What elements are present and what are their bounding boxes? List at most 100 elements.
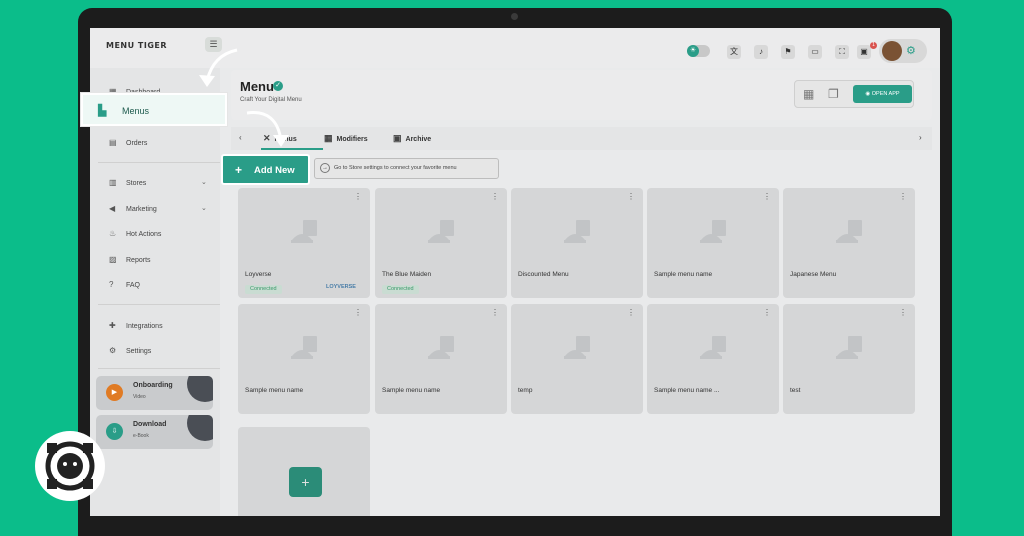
sidebar-item-label: Integrations: [126, 323, 163, 330]
faq-icon: ?: [109, 280, 114, 289]
more-icon[interactable]: ⋮: [899, 308, 907, 317]
menu-name: Sample menu name: [382, 387, 441, 394]
menu-placeholder-icon: [428, 220, 454, 243]
menu-card[interactable]: ⋮ temp: [511, 304, 643, 414]
menu-placeholder-icon: [428, 336, 454, 359]
menu-card[interactable]: ⋮ The Blue Maiden Connected: [375, 188, 507, 298]
sidebar-item-settings[interactable]: ⚙ Settings: [109, 345, 151, 357]
menu-placeholder-icon: [291, 220, 317, 243]
sidebar-item-label: Stores: [126, 180, 147, 187]
sidebar-item-faq[interactable]: ? FAQ: [109, 279, 140, 291]
marketing-icon: ◀: [109, 204, 116, 213]
add-new-button[interactable]: + Add New: [221, 154, 310, 185]
hint-text: Go to Store settings to connect your fav…: [334, 165, 457, 171]
sidebar-item-reports[interactable]: ▨ Reports: [109, 254, 151, 266]
header-actions: ▦ ❐ ◉ OPEN APP: [794, 80, 914, 108]
info-icon: →: [320, 163, 330, 173]
menu-card[interactable]: ⋮ Loyverse Connected LOYVERSE: [238, 188, 370, 298]
download-card[interactable]: ⇩ Download e-Book: [96, 415, 213, 449]
open-app-label: OPEN APP: [871, 91, 900, 97]
status-badge: Connected: [245, 285, 282, 294]
tutorial-arrows: [199, 48, 289, 147]
integration-logo: LOYVERSE: [326, 284, 356, 290]
translate-icon[interactable]: 文: [727, 45, 741, 59]
card-title: Onboarding: [133, 382, 173, 389]
notification-icon[interactable]: ▣ 1: [857, 42, 877, 59]
sidebar-item-orders[interactable]: ▤ Orders: [109, 137, 147, 149]
more-icon[interactable]: ⋮: [899, 192, 907, 201]
archive-icon: ▣: [393, 133, 402, 143]
store-settings-hint[interactable]: → Go to Store settings to connect your fa…: [314, 158, 499, 179]
sidebar-item-label: Reports: [126, 257, 151, 264]
menu-placeholder-icon: [291, 336, 317, 359]
fire-icon: ♨: [109, 229, 117, 238]
more-icon[interactable]: ⋮: [491, 192, 499, 201]
tab-modifiers[interactable]: ▦ Modifiers: [324, 133, 368, 144]
menu-card[interactable]: ⋮ Sample menu name: [375, 304, 507, 414]
menu-name: Loyverse: [245, 271, 272, 278]
download-icon: ⇩: [106, 423, 123, 440]
menu-placeholder-icon: [836, 336, 862, 359]
menu-card[interactable]: ⋮ test: [783, 304, 915, 414]
menu-card[interactable]: ⋮ Discounted Menu: [511, 188, 643, 298]
sidebar-item-label: Hot Actions: [126, 231, 162, 238]
settings-gear-icon: ⚙: [906, 45, 916, 57]
copy-icon[interactable]: ❐: [828, 87, 839, 101]
menu-name: test: [790, 387, 801, 394]
app-logo: MENU TIGER: [106, 41, 168, 50]
add-new-label: Add New: [254, 165, 295, 176]
profile-menu[interactable]: ⚙: [879, 39, 927, 63]
sidebar-item-label: Orders: [126, 140, 148, 147]
grid-icon: ▦: [324, 133, 333, 143]
sidebar-item-label: FAQ: [126, 282, 141, 289]
sidebar-item-marketing[interactable]: ◀ Marketing ⌄: [109, 203, 207, 215]
plus-icon[interactable]: +: [289, 467, 322, 497]
open-app-button[interactable]: ◉ OPEN APP: [853, 85, 912, 103]
sidebar-item-integrations[interactable]: ✚ Integrations: [109, 320, 163, 332]
menu-placeholder-icon: [836, 220, 862, 243]
more-icon[interactable]: ⋮: [491, 308, 499, 317]
add-menu-card[interactable]: +: [238, 427, 370, 516]
onboarding-card[interactable]: ▶ Onboarding Video: [96, 376, 213, 410]
tab-bar: ‹ ✕Menus ▦Modifiers ▣Archive ›: [231, 127, 932, 150]
more-icon[interactable]: ⋮: [627, 308, 635, 317]
status-badge: Connected: [382, 285, 419, 294]
menus-icon: ▙: [98, 105, 107, 117]
more-icon[interactable]: ⋮: [763, 192, 771, 201]
card-title: Download: [133, 421, 167, 428]
tab-label: Archive: [405, 136, 432, 143]
menu-name: Sample menu name ...: [654, 387, 720, 394]
qr-code-icon[interactable]: ▦: [803, 87, 814, 101]
bell-icon[interactable]: ♪: [754, 45, 768, 59]
menu-card[interactable]: ⋮ Sample menu name: [238, 304, 370, 414]
page-header: Menu ✓ Craft Your Digital Menu ▦ ❐ ◉ OPE…: [231, 70, 932, 120]
sun-icon: ☀: [687, 45, 699, 57]
fullscreen-icon[interactable]: ⛶: [835, 45, 849, 59]
reports-icon: ▨: [109, 255, 117, 264]
more-icon[interactable]: ⋮: [354, 308, 362, 317]
menu-card[interactable]: ⋮ Sample menu name ...: [647, 304, 779, 414]
menu-placeholder-icon: [700, 336, 726, 359]
sidebar-item-label: Settings: [126, 348, 152, 355]
sidebar-item-label: Marketing: [126, 206, 157, 213]
more-icon[interactable]: ⋮: [627, 192, 635, 201]
chevron-right-icon[interactable]: ›: [919, 133, 922, 142]
card-corner-decoration: [187, 376, 213, 402]
menu-card[interactable]: ⋮ Japanese Menu: [783, 188, 915, 298]
menu-name: Sample menu name: [245, 387, 304, 394]
sidebar-item-hot-actions[interactable]: ♨ Hot Actions: [109, 228, 161, 240]
menu-card[interactable]: ⋮ Sample menu name: [647, 188, 779, 298]
card-subtitle: e-Book: [133, 433, 149, 439]
flag-icon[interactable]: ⚑: [781, 45, 795, 59]
card-subtitle: Video: [133, 394, 146, 400]
theme-toggle[interactable]: ☀: [687, 45, 710, 57]
menu-name: temp: [518, 387, 533, 394]
tab-archive[interactable]: ▣ Archive: [393, 133, 431, 144]
menu-placeholder-icon: [564, 336, 590, 359]
sidebar-item-stores[interactable]: ▥ Stores ⌄: [109, 177, 207, 189]
more-icon[interactable]: ⋮: [763, 308, 771, 317]
menu-placeholder-icon: [700, 220, 726, 243]
device-icon[interactable]: ▭: [808, 45, 822, 59]
menu-name: Discounted Menu: [518, 271, 569, 278]
more-icon[interactable]: ⋮: [354, 192, 362, 201]
